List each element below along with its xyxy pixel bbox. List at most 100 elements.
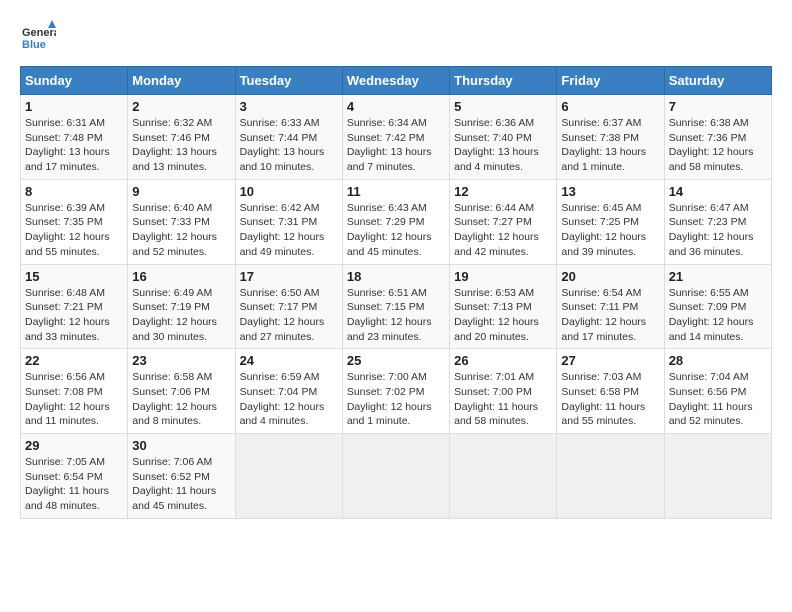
day-info: Sunrise: 6:36 AM Sunset: 7:40 PM Dayligh… — [454, 116, 552, 175]
day-info: Sunrise: 6:38 AM Sunset: 7:36 PM Dayligh… — [669, 116, 767, 175]
day-info: Sunrise: 6:51 AM Sunset: 7:15 PM Dayligh… — [347, 286, 445, 345]
day-number: 18 — [347, 269, 445, 284]
day-number: 14 — [669, 184, 767, 199]
day-number: 4 — [347, 99, 445, 114]
day-number: 21 — [669, 269, 767, 284]
calendar-cell — [664, 434, 771, 519]
day-header-monday: Monday — [128, 67, 235, 95]
day-number: 30 — [132, 438, 230, 453]
day-info: Sunrise: 7:01 AM Sunset: 7:00 PM Dayligh… — [454, 370, 552, 429]
calendar-header-row: SundayMondayTuesdayWednesdayThursdayFrid… — [21, 67, 772, 95]
calendar-cell — [450, 434, 557, 519]
day-number: 2 — [132, 99, 230, 114]
calendar-cell: 18 Sunrise: 6:51 AM Sunset: 7:15 PM Dayli… — [342, 264, 449, 349]
day-number: 17 — [240, 269, 338, 284]
day-number: 20 — [561, 269, 659, 284]
calendar-cell: 8 Sunrise: 6:39 AM Sunset: 7:35 PM Daylig… — [21, 179, 128, 264]
day-number: 28 — [669, 353, 767, 368]
day-info: Sunrise: 6:53 AM Sunset: 7:13 PM Dayligh… — [454, 286, 552, 345]
calendar-cell: 15Sunrise: 6:48 AM Sunset: 7:21 PM Dayli… — [21, 264, 128, 349]
calendar-cell: 20 Sunrise: 6:54 AM Sunset: 7:11 PM Dayli… — [557, 264, 664, 349]
day-header-saturday: Saturday — [664, 67, 771, 95]
calendar-cell: 5 Sunrise: 6:36 AM Sunset: 7:40 PM Daylig… — [450, 95, 557, 180]
svg-text:General: General — [22, 27, 56, 39]
day-number: 12 — [454, 184, 552, 199]
day-info: Sunrise: 6:37 AM Sunset: 7:38 PM Dayligh… — [561, 116, 659, 175]
calendar-cell: 24Sunrise: 6:59 AM Sunset: 7:04 PM Dayli… — [235, 349, 342, 434]
calendar-cell: 30 Sunrise: 7:06 AM Sunset: 6:52 PM Dayli… — [128, 434, 235, 519]
day-info: Sunrise: 6:47 AM Sunset: 7:23 PM Dayligh… — [669, 201, 767, 260]
calendar-cell: 6 Sunrise: 6:37 AM Sunset: 7:38 PM Daylig… — [557, 95, 664, 180]
calendar-cell: 1 Sunrise: 6:31 AM Sunset: 7:48 PM Daylig… — [21, 95, 128, 180]
day-info: Sunrise: 6:59 AM Sunset: 7:04 PM Dayligh… — [240, 370, 338, 429]
calendar-cell: 23 Sunrise: 6:58 AM Sunset: 7:06 PM Dayli… — [128, 349, 235, 434]
day-number: 10 — [240, 184, 338, 199]
day-info: Sunrise: 6:39 AM Sunset: 7:35 PM Dayligh… — [25, 201, 123, 260]
calendar-cell — [235, 434, 342, 519]
day-number: 26 — [454, 353, 552, 368]
calendar-cell: 17 Sunrise: 6:50 AM Sunset: 7:17 PM Dayli… — [235, 264, 342, 349]
day-number: 29 — [25, 438, 123, 453]
calendar-week-3: 15Sunrise: 6:48 AM Sunset: 7:21 PM Dayli… — [21, 264, 772, 349]
day-number: 19 — [454, 269, 552, 284]
day-info: Sunrise: 6:49 AM Sunset: 7:19 PM Dayligh… — [132, 286, 230, 345]
calendar-cell: 4 Sunrise: 6:34 AM Sunset: 7:42 PM Daylig… — [342, 95, 449, 180]
day-number: 23 — [132, 353, 230, 368]
day-number: 25 — [347, 353, 445, 368]
day-info: Sunrise: 6:34 AM Sunset: 7:42 PM Dayligh… — [347, 116, 445, 175]
day-number: 11 — [347, 184, 445, 199]
day-number: 8 — [25, 184, 123, 199]
calendar-cell: 11Sunrise: 6:43 AM Sunset: 7:29 PM Dayli… — [342, 179, 449, 264]
day-info: Sunrise: 6:42 AM Sunset: 7:31 PM Dayligh… — [240, 201, 338, 260]
day-info: Sunrise: 7:05 AM Sunset: 6:54 PM Dayligh… — [25, 455, 123, 514]
day-info: Sunrise: 6:40 AM Sunset: 7:33 PM Dayligh… — [132, 201, 230, 260]
day-info: Sunrise: 6:58 AM Sunset: 7:06 PM Dayligh… — [132, 370, 230, 429]
day-number: 5 — [454, 99, 552, 114]
calendar-table: SundayMondayTuesdayWednesdayThursdayFrid… — [20, 66, 772, 519]
day-info: Sunrise: 6:33 AM Sunset: 7:44 PM Dayligh… — [240, 116, 338, 175]
calendar-cell: 2Sunrise: 6:32 AM Sunset: 7:46 PM Daylig… — [128, 95, 235, 180]
day-number: 1 — [25, 99, 123, 114]
day-info: Sunrise: 7:03 AM Sunset: 6:58 PM Dayligh… — [561, 370, 659, 429]
day-number: 27 — [561, 353, 659, 368]
calendar-week-5: 29 Sunrise: 7:05 AM Sunset: 6:54 PM Dayli… — [21, 434, 772, 519]
day-number: 3 — [240, 99, 338, 114]
calendar-cell: 10 Sunrise: 6:42 AM Sunset: 7:31 PM Dayli… — [235, 179, 342, 264]
calendar-cell: 3 Sunrise: 6:33 AM Sunset: 7:44 PM Daylig… — [235, 95, 342, 180]
calendar-cell — [557, 434, 664, 519]
calendar-cell: 21Sunrise: 6:55 AM Sunset: 7:09 PM Dayli… — [664, 264, 771, 349]
svg-text:Blue: Blue — [22, 39, 46, 51]
day-header-tuesday: Tuesday — [235, 67, 342, 95]
day-number: 7 — [669, 99, 767, 114]
day-info: Sunrise: 6:50 AM Sunset: 7:17 PM Dayligh… — [240, 286, 338, 345]
calendar-cell: 12 Sunrise: 6:44 AM Sunset: 7:27 PM Dayli… — [450, 179, 557, 264]
day-header-friday: Friday — [557, 67, 664, 95]
day-number: 22 — [25, 353, 123, 368]
day-number: 9 — [132, 184, 230, 199]
calendar-cell — [342, 434, 449, 519]
day-header-wednesday: Wednesday — [342, 67, 449, 95]
day-info: Sunrise: 6:44 AM Sunset: 7:27 PM Dayligh… — [454, 201, 552, 260]
calendar-cell: 28 Sunrise: 7:04 AM Sunset: 6:56 PM Dayli… — [664, 349, 771, 434]
logo-icon: General Blue — [20, 20, 56, 56]
day-info: Sunrise: 7:04 AM Sunset: 6:56 PM Dayligh… — [669, 370, 767, 429]
calendar-cell: 13Sunrise: 6:45 AM Sunset: 7:25 PM Dayli… — [557, 179, 664, 264]
calendar-cell: 9 Sunrise: 6:40 AM Sunset: 7:33 PM Daylig… — [128, 179, 235, 264]
day-info: Sunrise: 7:06 AM Sunset: 6:52 PM Dayligh… — [132, 455, 230, 514]
day-info: Sunrise: 6:56 AM Sunset: 7:08 PM Dayligh… — [25, 370, 123, 429]
calendar-week-4: 22 Sunrise: 6:56 AM Sunset: 7:08 PM Dayli… — [21, 349, 772, 434]
day-number: 16 — [132, 269, 230, 284]
calendar-cell: 27 Sunrise: 7:03 AM Sunset: 6:58 PM Dayli… — [557, 349, 664, 434]
day-info: Sunrise: 7:00 AM Sunset: 7:02 PM Dayligh… — [347, 370, 445, 429]
calendar-cell: 14 Sunrise: 6:47 AM Sunset: 7:23 PM Dayli… — [664, 179, 771, 264]
calendar-cell: 26 Sunrise: 7:01 AM Sunset: 7:00 PM Dayli… — [450, 349, 557, 434]
day-info: Sunrise: 6:54 AM Sunset: 7:11 PM Dayligh… — [561, 286, 659, 345]
calendar-cell: 29 Sunrise: 7:05 AM Sunset: 6:54 PM Dayli… — [21, 434, 128, 519]
calendar-cell: 7 Sunrise: 6:38 AM Sunset: 7:36 PM Daylig… — [664, 95, 771, 180]
page-header: General Blue — [20, 20, 772, 56]
day-info: Sunrise: 6:31 AM Sunset: 7:48 PM Dayligh… — [25, 116, 123, 175]
day-info: Sunrise: 6:48 AM Sunset: 7:21 PM Dayligh… — [25, 286, 123, 345]
calendar-cell: 25 Sunrise: 7:00 AM Sunset: 7:02 PM Dayli… — [342, 349, 449, 434]
day-number: 6 — [561, 99, 659, 114]
day-header-thursday: Thursday — [450, 67, 557, 95]
